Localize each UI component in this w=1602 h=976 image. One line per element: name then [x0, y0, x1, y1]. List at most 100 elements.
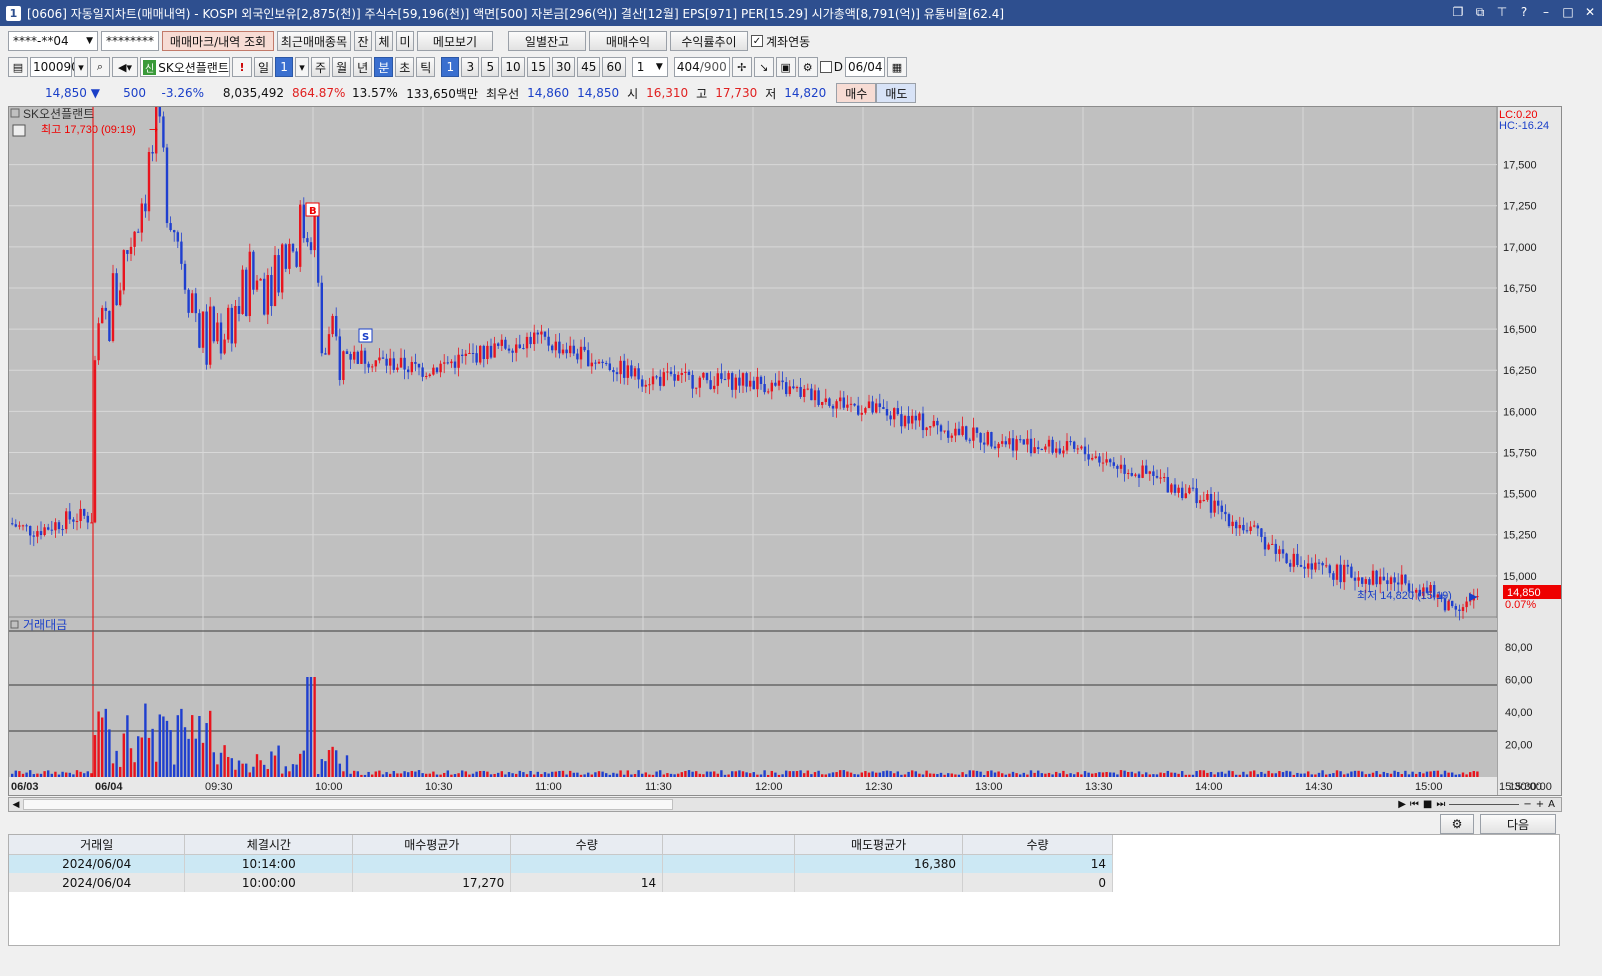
period-month[interactable]: 월 — [332, 57, 352, 77]
volume-bar — [486, 771, 489, 777]
period-year[interactable]: 년 — [353, 57, 373, 77]
price-chart[interactable]: 17,500 17,250 17,000 16,750 16,500 16,250 16,0… — [9, 93, 1562, 795]
y-tick-label: 16,250 — [1503, 365, 1537, 377]
period-second[interactable]: 초 — [395, 57, 415, 77]
stock-code-input[interactable]: 100090 — [30, 57, 79, 77]
volume-bar — [896, 771, 899, 777]
zoom-icon[interactable]: ✢ — [731, 57, 752, 77]
close-icon[interactable]: ✕ — [1582, 4, 1598, 20]
fast-forward-icon[interactable]: ⏭ — [1436, 799, 1445, 810]
chart-area[interactable]: 17,500 17,250 17,000 16,750 16,500 16,250 16,0… — [8, 93, 1562, 796]
candle — [914, 415, 917, 421]
period-week[interactable]: 주 — [311, 57, 331, 77]
password-field[interactable]: ******** — [101, 31, 159, 51]
interval-30[interactable]: 30 — [551, 57, 576, 77]
gear-icon[interactable]: ⚙ — [797, 57, 818, 77]
speaker-icon[interactable]: ◀▾ — [112, 57, 138, 77]
account-select[interactable]: ****-**04 ▼ — [8, 31, 98, 51]
candle — [947, 430, 950, 438]
rewind-icon[interactable]: ⏮ — [1410, 799, 1419, 810]
sell-button[interactable]: 매도 — [876, 83, 917, 103]
trade-mark-query-button[interactable]: 매매마크/내역 조회 — [162, 31, 274, 51]
stop-icon[interactable]: ■ — [1423, 799, 1432, 810]
x-tick-label: 12:00 — [755, 781, 783, 793]
account-link-checkbox[interactable]: ✓ 계좌연동 — [751, 33, 810, 50]
chart-scrollbar[interactable]: ◀ ▶ ⏮ ■ ⏭ − + A — [8, 797, 1562, 812]
zoom-in-icon[interactable]: + — [1536, 799, 1544, 810]
period-minute[interactable]: 분 — [374, 57, 394, 77]
volume-bar — [227, 756, 230, 777]
bar-count-field[interactable]: 404/900 — [673, 57, 730, 77]
chart-layout-icon[interactable]: ▤ — [8, 57, 28, 77]
interval-60[interactable]: 60 — [602, 57, 626, 77]
draw-tool-icon[interactable]: ↘ — [753, 57, 774, 77]
volume-bar — [129, 748, 133, 777]
copy-icon[interactable]: ⧉ — [1472, 4, 1488, 20]
gear-icon[interactable]: ⚙ — [1440, 814, 1474, 834]
next-button[interactable]: 다음 — [1480, 814, 1556, 834]
recent-trades-button[interactable]: 최근매매종목 — [277, 31, 351, 51]
volume-bar — [623, 774, 626, 777]
save-icon[interactable]: ▣ — [775, 57, 796, 77]
y-tick-label: 16,500 — [1503, 324, 1537, 336]
calendar-icon[interactable]: ▦ — [886, 57, 907, 77]
scroll-right-icon[interactable]: ▶ — [1398, 799, 1406, 810]
table-row[interactable]: 2024/06/04 10:00:00 17,270 14 0 — [9, 873, 1113, 892]
volume-bar — [1253, 770, 1256, 777]
volume-bar — [630, 774, 633, 777]
interval-1[interactable]: 1 — [441, 57, 460, 77]
candle — [1073, 441, 1076, 449]
candle — [821, 402, 824, 405]
period-day[interactable]: 일 — [254, 57, 274, 77]
stock-name-field[interactable]: 신 SK오션플랜트 — [140, 57, 230, 77]
trade-profit-button[interactable]: 매매수익 — [589, 31, 667, 51]
scroll-left-icon[interactable]: ◀ — [9, 800, 23, 810]
zoom-out-icon[interactable]: − — [1523, 799, 1531, 810]
search-icon[interactable]: ⌕ — [90, 57, 110, 77]
period-tick[interactable]: 틱 — [416, 57, 436, 77]
scroll-thumb[interactable] — [23, 799, 673, 810]
multiplier-select[interactable]: 1 ▼ — [631, 57, 668, 77]
candle — [1281, 549, 1285, 554]
volume-bar — [57, 774, 61, 777]
period-day-count[interactable]: 1 — [275, 57, 294, 77]
date-checkbox[interactable]: D — [819, 60, 843, 74]
candle — [349, 353, 352, 360]
memo-button[interactable]: 메모보기 — [417, 31, 493, 51]
minimize-icon[interactable]: – — [1538, 4, 1554, 20]
checkbox-checked-icon[interactable]: ✓ — [751, 35, 763, 47]
interval-5[interactable]: 5 — [481, 57, 500, 77]
interval-10[interactable]: 10 — [501, 57, 525, 77]
chevron-down-icon[interactable]: ▾ — [74, 57, 88, 77]
maximize-icon[interactable]: □ — [1560, 4, 1576, 20]
col-buy-avg: 매수평균가 — [352, 835, 512, 855]
date-input[interactable]: 06/04 — [844, 57, 885, 77]
balance-button[interactable]: 잔 — [354, 31, 372, 51]
help-icon[interactable]: ? — [1516, 4, 1532, 20]
alert-icon[interactable]: ! — [232, 57, 252, 77]
daily-balance-button[interactable]: 일별잔고 — [508, 31, 586, 51]
zoom-slider[interactable] — [1449, 799, 1520, 805]
volume-bar — [137, 736, 140, 777]
table-row[interactable]: 2024/06/04 10:14:00 16,380 14 — [9, 854, 1113, 873]
filled-button[interactable]: 체 — [375, 31, 393, 51]
interval-3[interactable]: 3 — [461, 57, 480, 77]
pin-icon[interactable]: ⊤ — [1494, 4, 1510, 20]
volume-bar — [1091, 773, 1094, 777]
candle — [896, 408, 899, 415]
volume-bar — [1386, 773, 1389, 777]
candle — [597, 361, 601, 364]
interval-45[interactable]: 45 — [577, 57, 601, 77]
volume-bar — [1137, 771, 1141, 777]
volume-bar — [961, 772, 964, 777]
volume-bar — [338, 763, 341, 777]
candle — [1314, 562, 1317, 570]
return-trend-button[interactable]: 수익률추이 — [670, 31, 748, 51]
chevron-down-icon[interactable]: ▾ — [295, 57, 310, 77]
restore-icon[interactable]: ❐ — [1450, 4, 1466, 20]
candle — [997, 443, 1000, 449]
text-icon[interactable]: A — [1548, 799, 1555, 810]
buy-button[interactable]: 매수 — [836, 83, 877, 103]
interval-15[interactable]: 15 — [526, 57, 550, 77]
unfilled-button[interactable]: 미 — [396, 31, 414, 51]
